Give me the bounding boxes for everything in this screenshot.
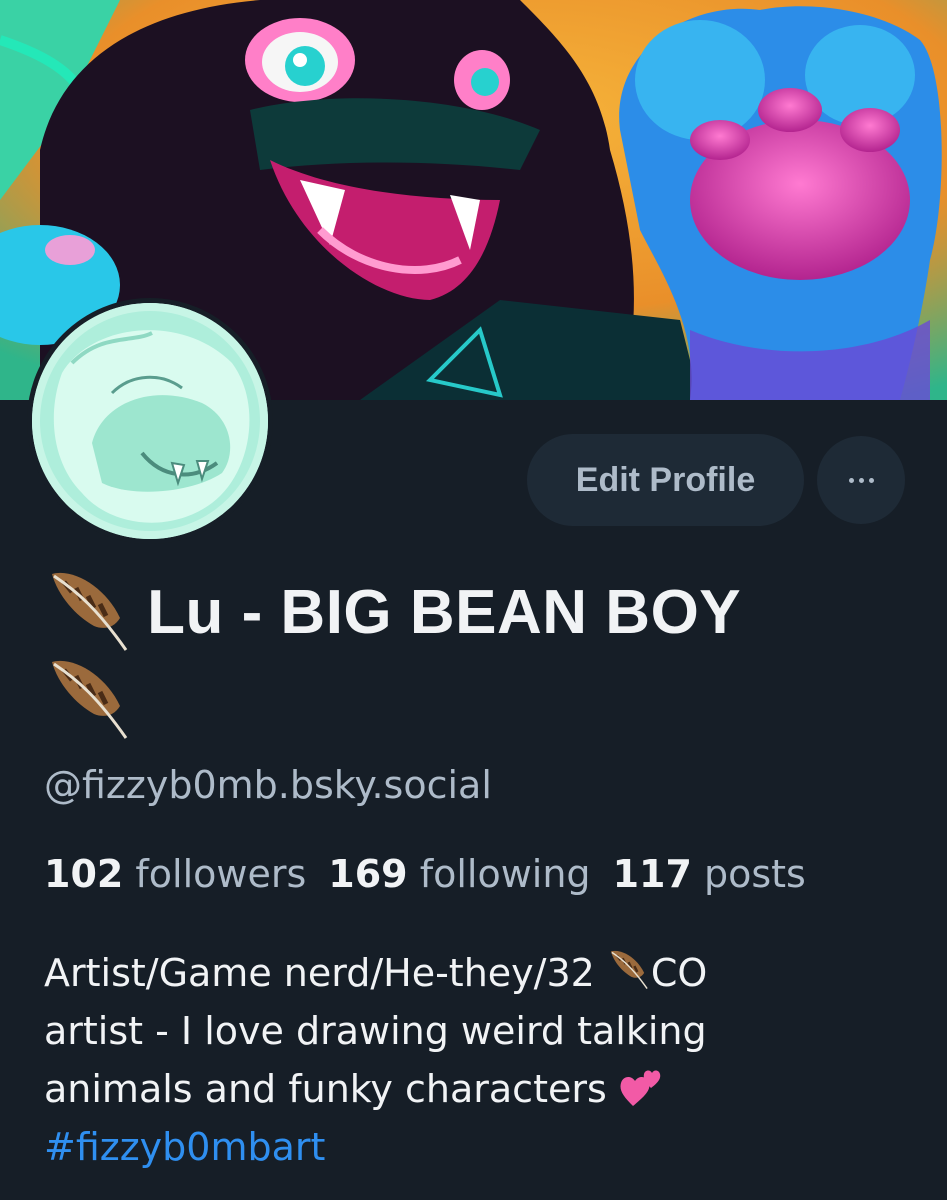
bio-line-2: artist - I love drawing weird talking [44,1009,707,1053]
bio-line-4: #fizzyb0mbart [44,1118,924,1176]
profile-bio: Artist/Game nerd/He-they/32 CO artist - … [44,944,924,1176]
bio-text: Artist/Game nerd/He-they/32 [44,951,607,995]
ellipsis-icon [848,477,874,483]
two-hearts-icon [620,1070,661,1106]
display-name: Lu - BIG BEAN BOY [147,577,742,647]
display-name-row: Lu - BIG BEAN BOY [44,568,924,656]
edit-profile-label: Edit Profile [575,460,756,499]
avatar[interactable] [27,298,273,544]
following-label: following [419,852,591,896]
bio-text: CO [650,951,708,995]
bio-text: animals and funky characters [44,1067,619,1111]
followers-link[interactable]: 102 followers [44,852,306,896]
feather-icon [52,572,128,651]
feather-icon [52,660,128,739]
avatar-image [32,303,268,539]
following-link[interactable]: 169 following [328,852,590,896]
profile-handle: @fizzyb0mb.bsky.social [44,763,492,807]
posts-count: 117 [612,852,692,896]
edit-profile-button[interactable]: Edit Profile [527,434,804,526]
feather-icon [610,950,648,989]
following-count: 169 [328,852,408,896]
followers-count: 102 [44,852,124,896]
bio-line-3: animals and funky characters [44,1060,924,1118]
more-options-button[interactable] [817,436,905,524]
posts-label: posts [703,852,806,896]
posts-count-group: 117 posts [613,852,806,896]
hashtag-link[interactable]: #fizzyb0mbart [44,1125,325,1169]
profile-stats: 102 followers 169 following 117 posts [44,852,806,896]
followers-label: followers [135,852,307,896]
bio-line-1: Artist/Game nerd/He-they/32 CO [44,944,924,1002]
